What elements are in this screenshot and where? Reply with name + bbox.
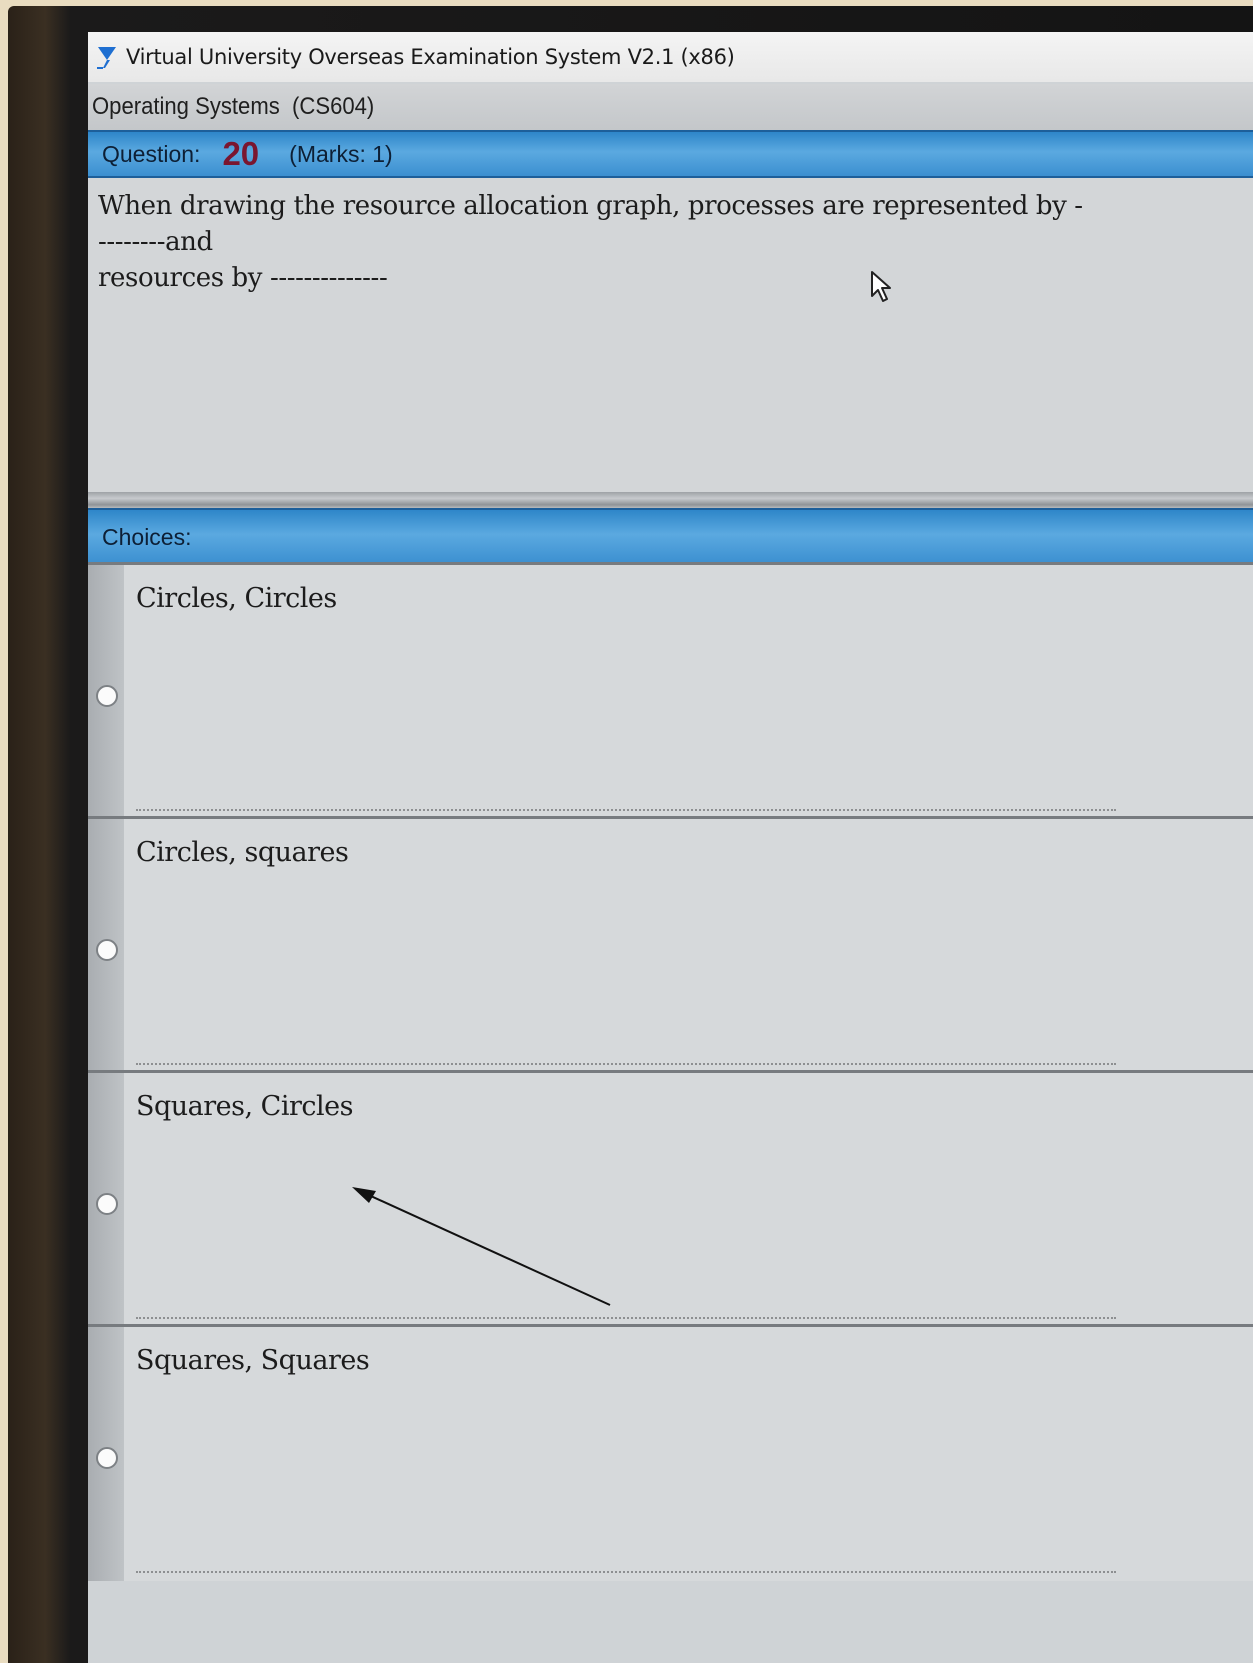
choice-text-2[interactable]: Circles, squares <box>136 837 349 868</box>
question-label: Question: <box>102 140 201 167</box>
course-code: (CS604) <box>292 93 375 120</box>
pane-splitter[interactable] <box>88 492 1253 508</box>
choice-option-3[interactable]: Squares, Circles <box>88 1070 1253 1327</box>
choice-text-4[interactable]: Squares, Squares <box>136 1345 370 1376</box>
choice-option-1[interactable]: Circles, Circles <box>88 562 1253 819</box>
question-pane: When drawing the resource allocation gra… <box>88 178 1253 498</box>
choice-radio-2[interactable] <box>96 939 118 961</box>
vu-logo-icon <box>97 47 116 69</box>
window-titlebar: Virtual University Overseas Examination … <box>88 32 1253 82</box>
choice-text-1[interactable]: Circles, Circles <box>136 583 337 614</box>
choice-divider <box>136 1317 1116 1319</box>
choices-label: Choices: <box>102 523 192 550</box>
window-title: Virtual University Overseas Examination … <box>126 45 735 69</box>
choice-divider <box>136 809 1116 811</box>
choice-divider <box>136 1063 1116 1065</box>
question-text: When drawing the resource allocation gra… <box>98 188 1088 296</box>
choice-option-2[interactable]: Circles, squares <box>88 816 1253 1073</box>
course-name: Operating Systems <box>92 93 280 120</box>
choice-radio-4[interactable] <box>96 1447 118 1469</box>
course-title: Operating Systems (CS604) <box>92 93 374 121</box>
mouse-cursor-icon <box>871 271 891 302</box>
question-number: 20 <box>222 135 260 172</box>
choice-text-3[interactable]: Squares, Circles <box>136 1091 353 1122</box>
choices-header: Choices: <box>88 508 1253 566</box>
course-bar: Operating Systems (CS604) <box>88 84 1253 130</box>
choice-divider <box>136 1571 1116 1573</box>
marks-label: (Marks: 1) <box>289 140 393 167</box>
choice-radio-3[interactable] <box>96 1193 118 1215</box>
question-text-line-2: resources by -------------- <box>98 263 388 293</box>
choice-option-4[interactable]: Squares, Squares <box>88 1324 1253 1581</box>
question-text-line-1: When drawing the resource allocation gra… <box>98 191 1083 257</box>
choice-radio-1[interactable] <box>96 685 118 707</box>
question-header: Question: 20 (Marks: 1) <box>88 130 1253 178</box>
exam-window: Virtual University Overseas Examination … <box>88 32 1253 1663</box>
